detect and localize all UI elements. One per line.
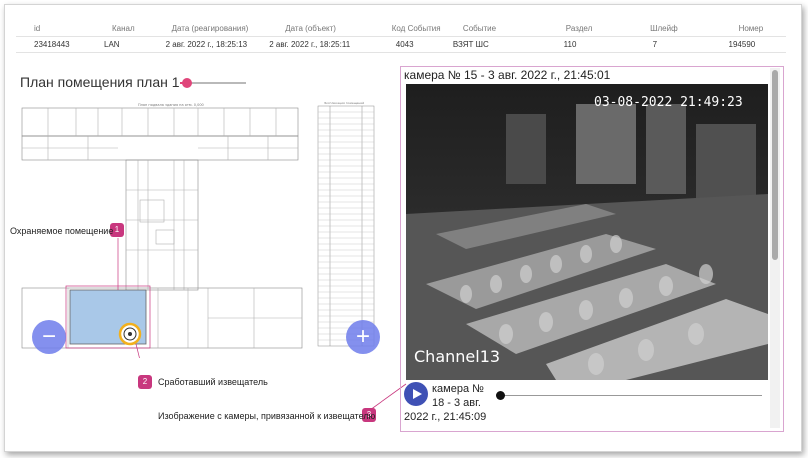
plan-slider-handle[interactable] [181,78,192,88]
cell-event: ВЗЯТ ШС [444,36,528,53]
table-header-row: id Канал Дата (реагирования) Дата (объек… [16,20,786,37]
col-date-reaction: Дата (реагирования) [153,20,268,37]
event-table: id Канал Дата (реагирования) Дата (объек… [16,20,786,53]
camera-seek-slider[interactable] [500,395,762,396]
legend-header: Экспликация помещений [324,101,364,105]
camera-osd-timestamp: 03-08-2022 21:49:23 [594,95,743,110]
table-row[interactable]: 23418443 LAN 2 авг. 2022 г., 18:25:13 2 … [16,36,786,53]
play-icon [413,389,422,399]
zoom-in-button[interactable]: + [346,320,380,354]
camera-scrollbar-thumb[interactable] [772,70,778,260]
col-loop: Шлейф [612,20,698,37]
camera-title: камера № 15 - 3 авг. 2022 г., 21:45:01 [404,68,611,82]
col-event-code: Код События [373,20,445,37]
cell-date-object: 2 авг. 2022 г., 18:25:11 [267,36,374,53]
callout-label-3: Изображение с камеры, привязанной к изве… [158,411,376,421]
callout-label-2: Сработавший извещатель [158,377,268,387]
col-section: Раздел [528,20,613,37]
callout-label-1: Охраняемое помещение [10,226,114,236]
col-number: Номер [697,20,786,37]
plan-slider[interactable] [180,78,246,88]
cell-event-code: 4043 [373,36,445,53]
camera-image[interactable]: 03-08-2022 21:49:23 Channel13 [406,84,768,380]
cell-section: 110 [528,36,613,53]
col-channel: Канал [94,20,154,37]
plan-title: План помещения план 1 [20,74,180,90]
next-camera-line-3: 2022 г., 21:45:09 [404,411,487,423]
drawing-header: План подвала здания на отм. 0,000 [138,103,204,107]
camera-seek-handle[interactable] [496,391,505,400]
callout-badge-2: 2 [138,375,152,389]
camera-osd-channel: Channel13 [414,347,500,366]
col-event: Событие [444,20,528,37]
cell-channel: LAN [94,36,154,53]
col-id: id [16,20,94,37]
play-button[interactable] [404,382,428,406]
cell-id: 23418443 [16,36,94,53]
cell-date-reaction: 2 авг. 2022 г., 18:25:13 [153,36,268,53]
zoom-out-button[interactable]: − [32,320,66,354]
cell-number: 194590 [697,36,786,53]
col-date-object: Дата (объект) [267,20,374,37]
cell-loop: 7 [612,36,698,53]
